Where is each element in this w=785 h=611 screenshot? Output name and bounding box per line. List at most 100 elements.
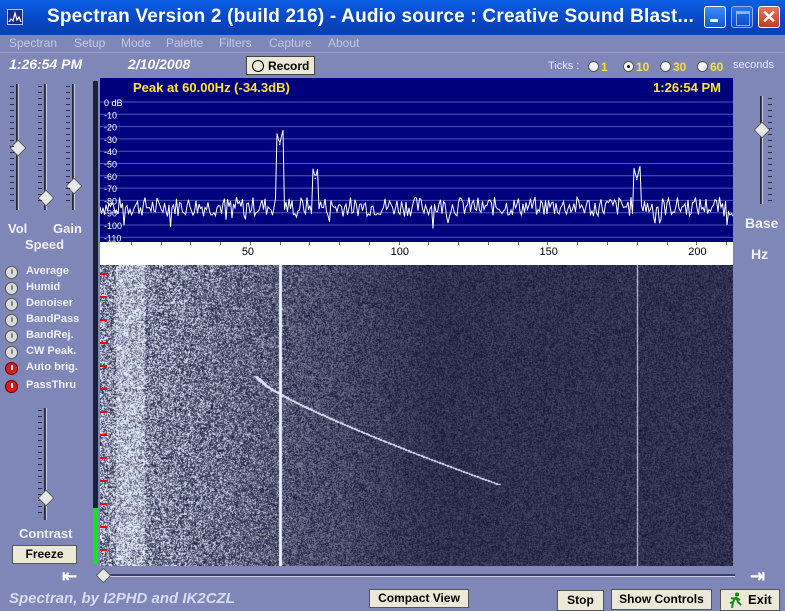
toggle-led-icon	[5, 298, 18, 311]
gain-slider-ticks	[66, 86, 70, 206]
title-bar[interactable]: Spectran Version 2 (build 216) - Audio s…	[0, 0, 785, 35]
frequency-tick-mark	[279, 242, 281, 245]
peak-readout: Peak at 60.00Hz (-34.3dB)	[133, 80, 290, 95]
option-label: Auto brig.	[26, 361, 78, 373]
frequency-tick-mark	[309, 242, 311, 245]
compact-view-button[interactable]: Compact View	[369, 589, 469, 608]
ticks-option-label: 60	[710, 60, 724, 74]
toggle-led-icon	[5, 282, 18, 295]
db-label: -20	[104, 123, 117, 133]
frequency-tick-mark	[547, 242, 549, 245]
spectrum-app-icon[interactable]	[7, 9, 23, 25]
frequency-tick-mark	[339, 242, 341, 245]
waterfall-tick-mark	[100, 549, 107, 551]
horizontal-slider-track[interactable]	[104, 574, 735, 577]
option-label: PassThru	[26, 379, 77, 391]
record-button[interactable]: Record	[246, 56, 315, 75]
scroll-right-arrow-icon[interactable]: ⇥	[750, 566, 765, 587]
option-label: BandRej.	[26, 329, 74, 341]
frequency-tick-label: 150	[539, 246, 558, 258]
running-man-icon	[729, 592, 742, 609]
toggle-led-icon	[5, 346, 18, 359]
frequency-tick-mark	[696, 242, 698, 245]
waterfall-tick-mark	[100, 342, 107, 344]
db-label: -100	[104, 221, 122, 231]
clock-date: 2/10/2008	[128, 56, 191, 72]
menu-filters[interactable]: Filters	[219, 36, 252, 50]
toggle-led-on-icon	[5, 362, 18, 375]
record-label: Record	[268, 59, 310, 73]
show-controls-button[interactable]: Show Controls	[611, 589, 712, 610]
frequency-axis: 50 100 150 200	[100, 242, 733, 265]
spectrum-time: 1:26:54 PM	[653, 80, 721, 95]
waterfall-tick-mark	[100, 480, 107, 482]
gain-label: Gain	[53, 221, 82, 236]
radio-icon	[588, 61, 599, 72]
frequency-tick-mark	[190, 242, 192, 245]
close-button[interactable]: ✕	[758, 6, 780, 28]
toggle-led-on-icon	[5, 380, 18, 393]
ticks-unit: seconds	[733, 59, 774, 71]
frequency-tick-mark	[398, 242, 400, 245]
menu-palette[interactable]: Palette	[166, 36, 203, 50]
horizontal-slider-thumb[interactable]	[95, 567, 112, 584]
frequency-tick-mark	[220, 242, 222, 245]
waterfall-canvas	[100, 265, 733, 566]
contrast-label: Contrast	[19, 526, 73, 541]
spectrum-peak-point	[278, 143, 281, 145]
waterfall-tick-mark	[100, 526, 107, 528]
menu-about[interactable]: About	[328, 36, 359, 50]
frequency-tick-mark	[666, 242, 668, 245]
waterfall-tick-mark	[100, 503, 107, 505]
toggle-led-icon	[5, 330, 18, 343]
waterfall-time-ticks	[100, 265, 108, 566]
vol-label: Vol	[8, 221, 28, 236]
spectrum-panel[interactable]: 0 dB -10 -20 -30 -40 -50 -60 -70 -80 -90 -100 -110 …	[100, 78, 733, 242]
radio-selected-icon	[623, 61, 634, 72]
frequency-tick-label: 50	[241, 246, 255, 258]
db-label: -10	[104, 110, 117, 120]
exit-label: Exit	[748, 592, 772, 607]
ticks-option-label: 30	[673, 60, 687, 74]
radio-icon	[660, 61, 671, 72]
menu-mode[interactable]: Mode	[121, 36, 151, 50]
ticks-option-label: 1	[601, 60, 608, 74]
frequency-tick-mark	[428, 242, 430, 245]
waterfall-display[interactable]	[100, 265, 733, 566]
stop-button[interactable]: Stop	[557, 590, 604, 611]
frequency-tick-mark	[487, 242, 489, 245]
ticks-label: Ticks :	[548, 60, 580, 72]
scroll-left-arrow-icon[interactable]: ⇤	[62, 566, 77, 587]
exit-button[interactable]: Exit	[720, 589, 780, 611]
base-slider-ticks	[768, 98, 772, 202]
menu-capture[interactable]: Capture	[269, 36, 312, 50]
base-slider-track[interactable]	[760, 96, 763, 204]
frequency-tick-mark	[368, 242, 370, 245]
waterfall-tick-mark	[100, 365, 107, 367]
radio-icon	[697, 61, 708, 72]
waterfall-tick-mark	[100, 434, 107, 436]
waterfall-tick-mark	[100, 273, 107, 275]
spectrum-peak-point	[314, 177, 317, 180]
option-label: Humid	[26, 281, 61, 293]
db-label: -40	[104, 147, 117, 157]
frequency-tick-mark	[726, 242, 728, 245]
frequency-tick-mark	[130, 242, 132, 245]
vol-slider-ticks	[10, 86, 14, 206]
spectrum-plot: 0 dB-10-20-30-40-50-60-70-80-90-100-110	[100, 98, 733, 242]
spectrum-peak-point	[635, 178, 638, 181]
menu-spectran[interactable]: Spectran	[9, 36, 57, 50]
db-label: 0 dB	[104, 98, 123, 108]
maximize-button[interactable]	[731, 6, 753, 28]
minimize-button[interactable]	[704, 6, 726, 28]
menu-bar: Spectran Setup Mode Palette Filters Capt…	[0, 35, 785, 53]
frequency-tick-label: 100	[390, 246, 409, 258]
freeze-button[interactable]: Freeze	[12, 545, 77, 564]
db-label: -30	[104, 135, 117, 145]
frequency-tick-mark	[636, 242, 638, 245]
record-circle-icon	[252, 60, 264, 72]
db-label: -110	[104, 233, 121, 242]
spectrum-trace	[100, 129, 733, 229]
menu-setup[interactable]: Setup	[74, 36, 105, 50]
waterfall-tick-mark	[100, 296, 107, 298]
